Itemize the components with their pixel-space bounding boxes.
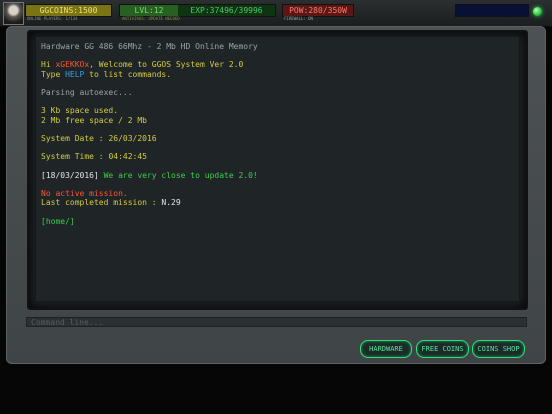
- free-space-line: 2 Mb free space / 2 Mb: [41, 115, 147, 125]
- parsing-line: Parsing autoexec...: [41, 87, 133, 97]
- system-time-label: System Time :: [41, 152, 109, 162]
- type-suffix: to list commands.: [84, 69, 172, 79]
- command-line-input[interactable]: [31, 318, 522, 328]
- status-bar: GGCOINS:1500 LVL:12 EXP:37496/39996 POW:…: [0, 0, 552, 27]
- news-date: [18/03/2016]: [41, 170, 99, 180]
- system-time-value: 04:42:45: [108, 152, 147, 162]
- help-line: Type HELP to list commands.: [41, 70, 514, 79]
- free-coins-button[interactable]: FREE COINS: [416, 340, 469, 358]
- hardware-line: Hardware GG 486 66Mhz - 2 Mb HD Online M…: [41, 42, 258, 51]
- help-command[interactable]: HELP: [65, 70, 84, 79]
- welcome-line: Hi xGEKKOx, Welcome to GGOS System Ver 2…: [41, 60, 514, 69]
- level-label: LVL:12: [120, 5, 178, 16]
- space-used-line: 3 Kb space used.: [41, 106, 119, 116]
- welcome-text: , Welcome to GGOS System Ver 2.0: [89, 60, 244, 70]
- news-line: [18/03/2016] We are very close to update…: [41, 171, 514, 180]
- terminal-output: Hardware GG 486 66Mhz - 2 Mb HD Online M…: [35, 36, 520, 302]
- last-mission-label: Last completed mission :: [41, 198, 162, 208]
- system-date-value: 26/03/2016: [108, 133, 157, 143]
- console-panel: Hardware GG 486 66Mhz - 2 Mb HD Online M…: [6, 26, 546, 364]
- terminal-screen: Hardware GG 486 66Mhz - 2 Mb HD Online M…: [27, 30, 528, 310]
- news-text: We are very close to update 2.0!: [98, 170, 258, 180]
- command-line-field[interactable]: [26, 317, 527, 328]
- hardware-button[interactable]: HARDWARE: [360, 340, 412, 358]
- username: xGEKKOx: [55, 60, 90, 70]
- system-time-line: System Time : 04:42:45: [41, 152, 514, 161]
- type-prefix: Type: [41, 69, 66, 79]
- hi-prefix: Hi: [41, 60, 56, 70]
- system-date-line: System Date : 26/03/2016: [41, 134, 514, 143]
- antivirus-label: ANTIVIRUS: UPDATE NEEDED: [122, 16, 180, 21]
- firewall-label: FIREWALL: ON: [284, 16, 313, 21]
- no-mission-line: No active mission.: [41, 189, 128, 199]
- coins-shop-button[interactable]: COINS SHOP: [472, 340, 525, 358]
- last-mission-line: Last completed mission : N.29: [41, 198, 514, 207]
- connection-led-icon: [533, 7, 542, 16]
- avatar[interactable]: [3, 2, 24, 25]
- exp-label: EXP:37496/39996: [190, 6, 263, 15]
- system-date-label: System Date :: [41, 133, 109, 143]
- blank-status-slot: [455, 4, 529, 17]
- prompt-line: [home/]: [41, 216, 75, 226]
- online-players-label: ONLINE PLAYERS: 1/134: [27, 16, 78, 21]
- last-mission-value: N.29: [161, 198, 181, 208]
